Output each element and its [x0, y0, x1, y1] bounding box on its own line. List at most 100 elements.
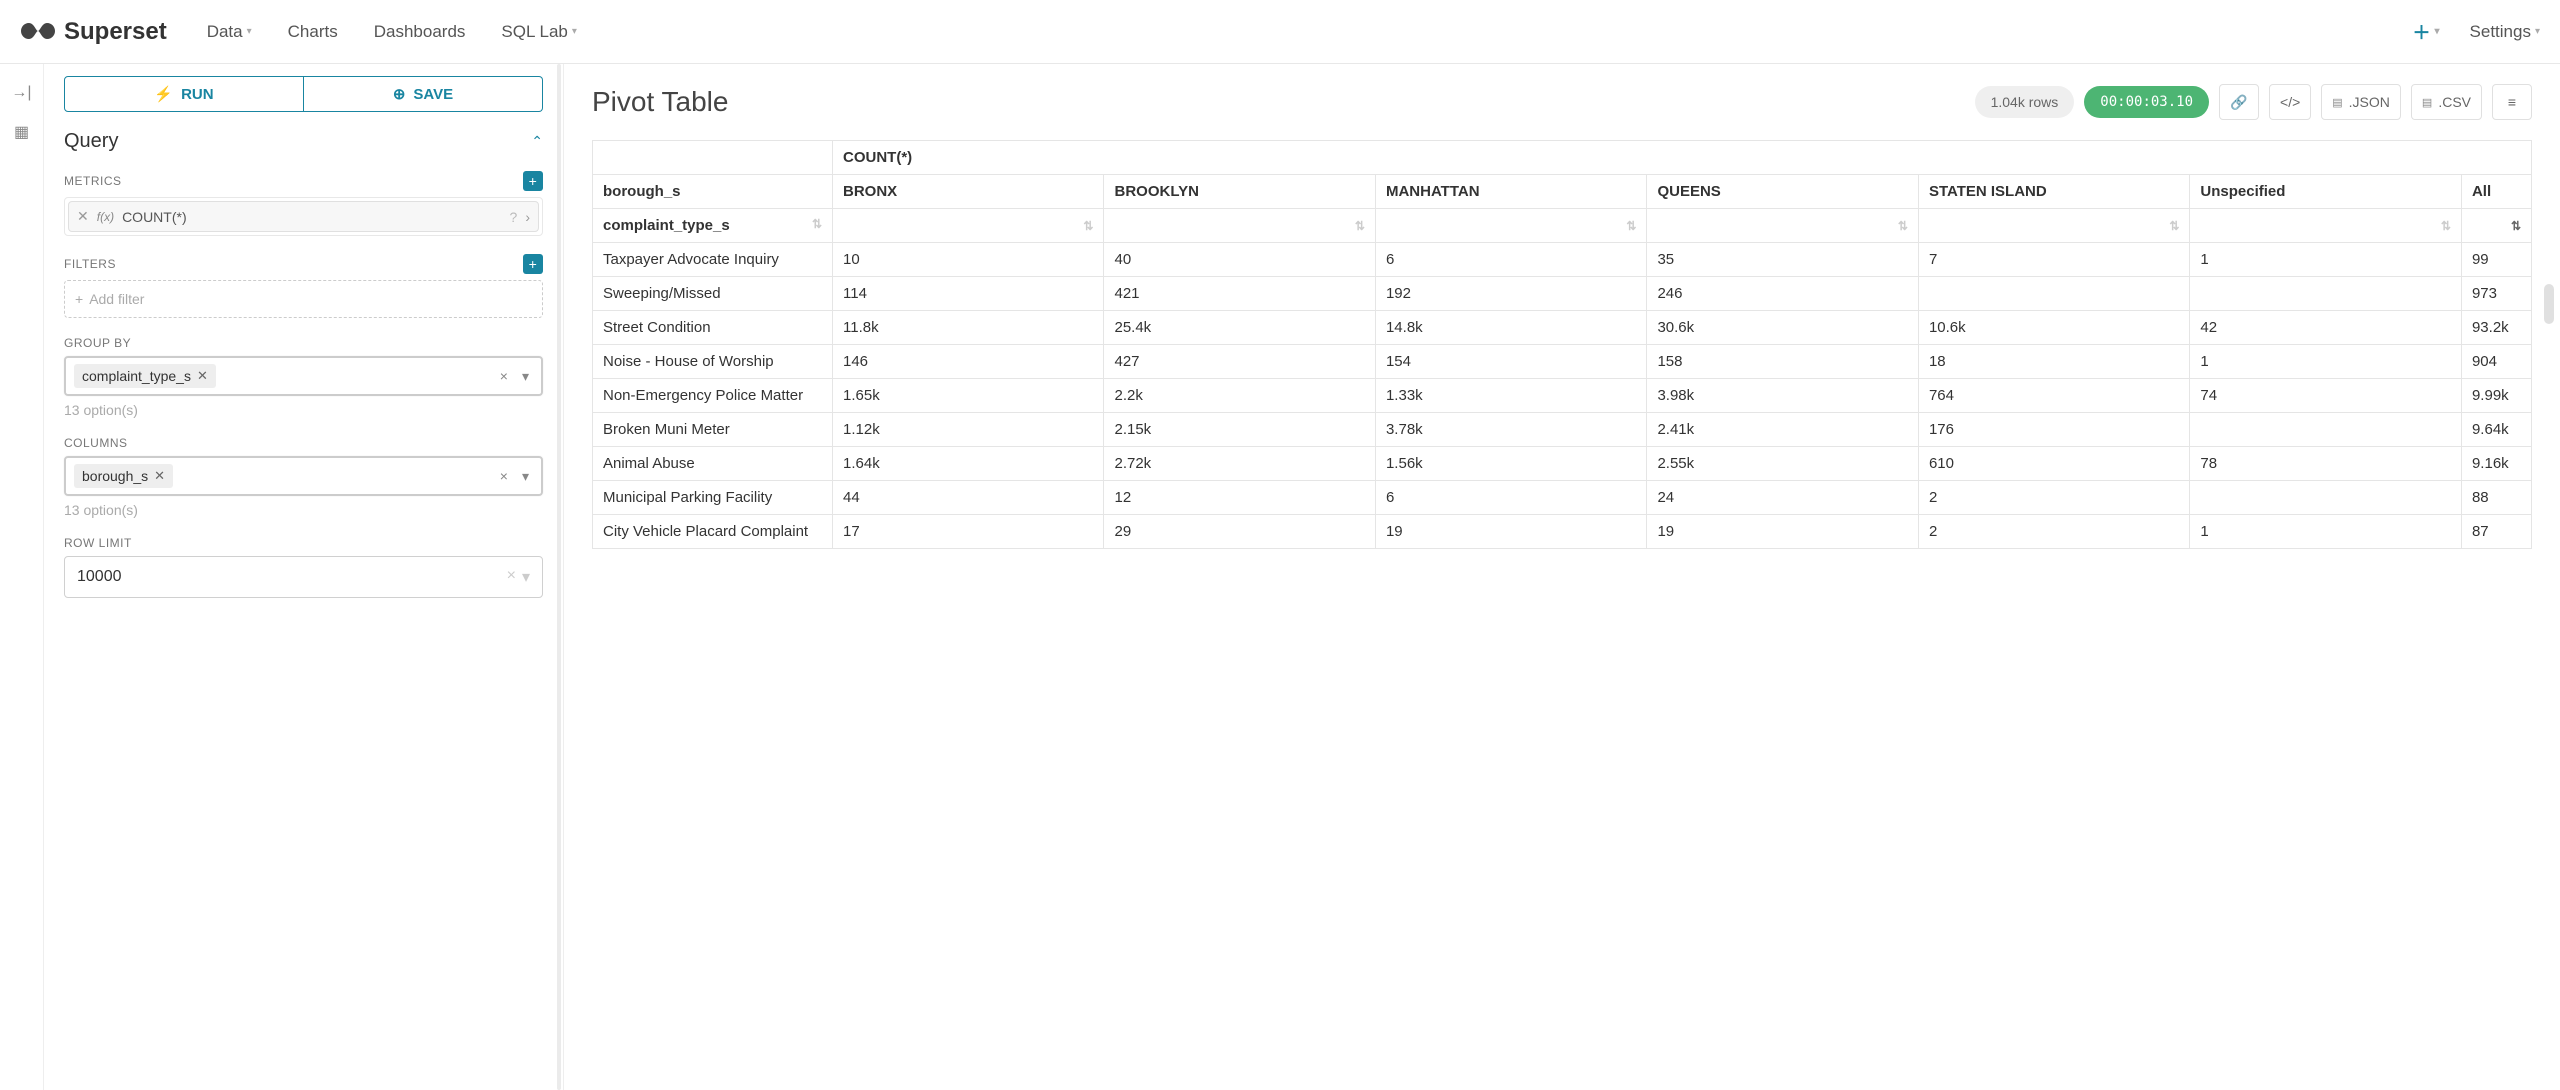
brand-logo[interactable]: Superset — [20, 16, 167, 48]
row-limit-input[interactable]: 10000 ×▾ — [64, 556, 543, 598]
columns-hint: 13 option(s) — [64, 502, 543, 518]
cell: 17 — [833, 515, 1104, 549]
cell: 88 — [2461, 481, 2531, 515]
sort-cell[interactable]: ⇅ — [1647, 209, 1918, 243]
sort-cell[interactable]: ⇅ — [2190, 209, 2462, 243]
grid-icon[interactable]: ▦ — [14, 122, 29, 142]
run-button[interactable]: ⚡ RUN — [64, 76, 304, 112]
remove-tag-icon[interactable]: ✕ — [154, 468, 165, 484]
row-label: Sweeping/Missed — [593, 277, 833, 311]
nav-charts[interactable]: Charts — [288, 22, 338, 42]
cell: 973 — [2461, 277, 2531, 311]
empty-header — [593, 141, 833, 175]
table-row: Municipal Parking Facility4412624288 — [593, 481, 2532, 515]
metric-value: COUNT(*) — [122, 209, 501, 225]
cell: 99 — [2461, 243, 2531, 277]
sort-cell[interactable]: ⇅ — [833, 209, 1104, 243]
clear-icon[interactable]: × — [496, 468, 512, 484]
page-title: Pivot Table — [592, 86, 728, 118]
cell: 1.64k — [833, 447, 1104, 481]
remove-tag-icon[interactable]: ✕ — [197, 368, 208, 384]
group-by-select[interactable]: complaint_type_s ✕ × ▾ — [64, 356, 543, 396]
sort-cell[interactable]: ⇅ — [1104, 209, 1375, 243]
col-header[interactable]: QUEENS — [1647, 175, 1918, 209]
metric-header: COUNT(*) — [833, 141, 2532, 175]
json-button[interactable]: ▤.JSON — [2321, 84, 2401, 120]
more-menu-button[interactable]: ≡ — [2492, 84, 2532, 120]
col-header[interactable]: All — [2461, 175, 2531, 209]
cell: 11.8k — [833, 311, 1104, 345]
sort-cell[interactable]: ⇅ — [1918, 209, 2189, 243]
cell: 87 — [2461, 515, 2531, 549]
timing-badge: 00:00:03.10 — [2084, 86, 2209, 118]
file-icon: ▤ — [2422, 96, 2432, 109]
cell: 7 — [1918, 243, 2189, 277]
help-icon[interactable]: ? — [510, 209, 518, 225]
cell: 158 — [1647, 345, 1918, 379]
row-dim-header[interactable]: complaint_type_s⇅ — [593, 209, 833, 243]
table-row: City Vehicle Placard Complaint1729191921… — [593, 515, 2532, 549]
chevron-down-icon[interactable]: ▾ — [518, 368, 533, 385]
row-label: Taxpayer Advocate Inquiry — [593, 243, 833, 277]
add-filter-box[interactable]: + Add filter — [64, 280, 543, 318]
hamburger-icon: ≡ — [2508, 94, 2516, 110]
col-header[interactable]: Unspecified — [2190, 175, 2462, 209]
save-button[interactable]: ⊕ SAVE — [304, 76, 543, 112]
columns-select[interactable]: borough_s ✕ × ▾ — [64, 456, 543, 496]
csv-button[interactable]: ▤.CSV — [2411, 84, 2482, 120]
cell: 1.33k — [1375, 379, 1646, 413]
col-header[interactable]: BRONX — [833, 175, 1104, 209]
chevron-right-icon[interactable]: › — [525, 209, 530, 225]
clear-icon[interactable]: × — [507, 567, 516, 587]
cell: 3.78k — [1375, 413, 1646, 447]
sort-cell[interactable]: ⇅ — [2461, 209, 2531, 243]
query-section-toggle[interactable]: Query ⌃ — [64, 130, 543, 153]
add-filter-button[interactable]: + — [523, 254, 543, 274]
clear-icon[interactable]: × — [496, 368, 512, 384]
bolt-icon: ⚡ — [154, 85, 173, 103]
new-button[interactable]: ＋▾ — [2413, 19, 2440, 45]
col-header[interactable]: MANHATTAN — [1375, 175, 1646, 209]
chevron-down-icon: ▾ — [247, 26, 252, 37]
col-header[interactable]: STATEN ISLAND — [1918, 175, 2189, 209]
cell: 2 — [1918, 515, 2189, 549]
expand-panel-icon[interactable]: →| — [11, 84, 31, 102]
metric-item[interactable]: ✕ f(x) COUNT(*) ? › — [68, 201, 539, 232]
cell: 1.65k — [833, 379, 1104, 413]
query-panel: ⚡ RUN ⊕ SAVE Query ⌃ METRICS + ✕ f(x) CO… — [44, 64, 564, 1090]
group-by-tag: complaint_type_s ✕ — [74, 364, 216, 388]
cell — [1918, 277, 2189, 311]
group-by-hint: 13 option(s) — [64, 402, 543, 418]
sort-icon: ⇅ — [2169, 219, 2179, 233]
cell: 9.99k — [2461, 379, 2531, 413]
chevron-down-icon[interactable]: ▾ — [522, 567, 530, 587]
remove-metric-icon[interactable]: ✕ — [77, 208, 89, 225]
navbar: Superset Data▾ Charts Dashboards SQL Lab… — [0, 0, 2560, 64]
link-button[interactable]: 🔗 — [2219, 84, 2259, 120]
col-header[interactable]: BROOKLYN — [1104, 175, 1375, 209]
cell: 10 — [833, 243, 1104, 277]
sort-cell[interactable]: ⇅ — [1375, 209, 1646, 243]
cell: 2.55k — [1647, 447, 1918, 481]
cell: 610 — [1918, 447, 2189, 481]
cell: 6 — [1375, 243, 1646, 277]
settings-menu[interactable]: Settings▾ — [2470, 22, 2540, 42]
sort-icon[interactable]: ⇅ — [812, 217, 822, 231]
metrics-container: ✕ f(x) COUNT(*) ? › — [64, 197, 543, 236]
cell: 6 — [1375, 481, 1646, 515]
embed-button[interactable]: </> — [2269, 84, 2311, 120]
chart-content: Pivot Table 1.04k rows 00:00:03.10 🔗 </>… — [564, 64, 2560, 1090]
brand-text: Superset — [64, 18, 167, 46]
scrollbar-thumb[interactable] — [2544, 284, 2554, 324]
cell: 2.72k — [1104, 447, 1375, 481]
nav-dashboards[interactable]: Dashboards — [374, 22, 466, 42]
sort-icon: ⇅ — [1898, 219, 1908, 233]
nav-data[interactable]: Data▾ — [207, 22, 252, 42]
cell: 2.2k — [1104, 379, 1375, 413]
filters-label: FILTERS — [64, 257, 116, 271]
nav-sql-lab[interactable]: SQL Lab▾ — [501, 22, 577, 42]
add-metric-button[interactable]: + — [523, 171, 543, 191]
chevron-down-icon[interactable]: ▾ — [518, 468, 533, 485]
cell: 42 — [2190, 311, 2462, 345]
cell — [2190, 413, 2462, 447]
